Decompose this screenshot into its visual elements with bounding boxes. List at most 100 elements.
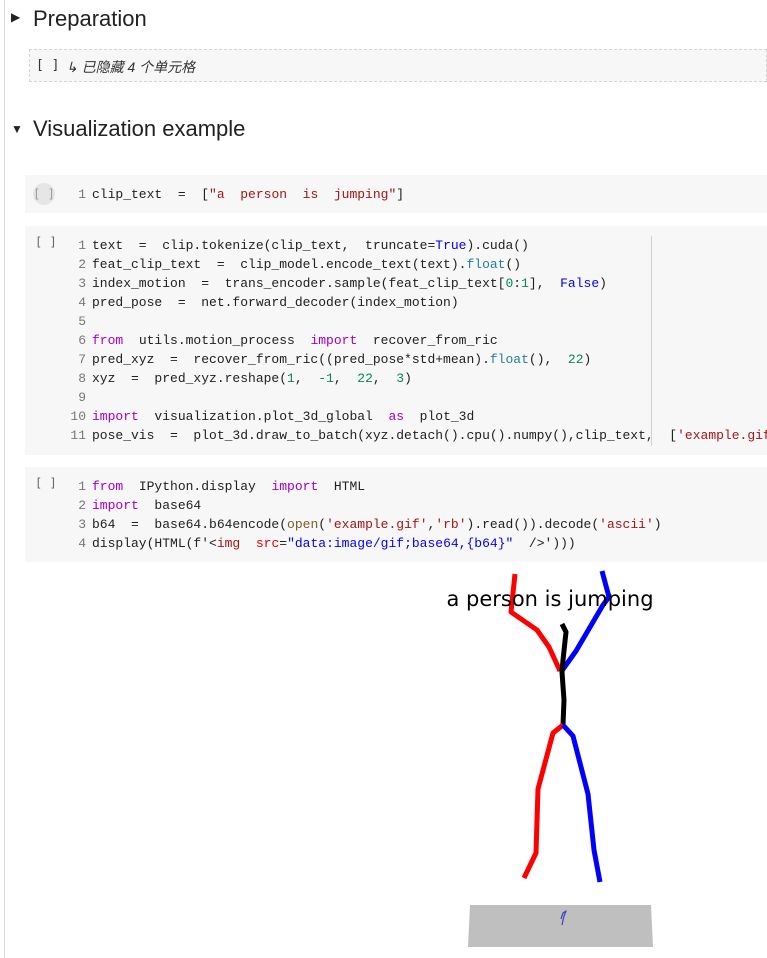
output-caption: a person is jumping xyxy=(446,587,653,611)
code-token: 'example.gif' xyxy=(677,428,767,443)
code-line[interactable]: 9 xyxy=(25,388,767,407)
code-token: clip_text = [ xyxy=(92,187,210,202)
code-token: pose_vis = plot_3d.draw_to_batch(xyz.det… xyxy=(92,428,678,443)
code-token: import xyxy=(92,409,139,424)
code-token: feat_clip_text = clip_model.encode_text(… xyxy=(92,257,467,272)
hidden-cells-bar[interactable]: [ ] ↳ 已隐藏 4 个单元格 xyxy=(29,49,767,82)
code-token: = xyxy=(279,536,288,551)
code-line[interactable]: 2 import base64 xyxy=(25,496,662,515)
code-token: ) xyxy=(653,517,662,532)
code-token: open xyxy=(287,517,319,532)
cell-bracket: [ ] xyxy=(36,58,60,73)
code-token: xyz = pred_xyz.reshape( xyxy=(92,371,288,386)
line-number: 8 xyxy=(78,371,86,386)
code-token: ], xyxy=(528,276,561,291)
code-line[interactable]: 4 pred_pose = net.forward_decoder(index_m… xyxy=(25,293,767,312)
line-number: 1 xyxy=(78,187,86,202)
code-line[interactable]: 2 feat_clip_text = clip_model.encode_text… xyxy=(25,255,767,274)
code-token: , xyxy=(294,371,319,386)
code-token: (), xyxy=(528,352,568,367)
code-token: plot_3d xyxy=(404,409,475,424)
code-token: ).cuda() xyxy=(466,238,529,253)
code-token: utils.motion_process xyxy=(123,333,311,348)
code-token: , xyxy=(333,371,358,386)
code-editor[interactable]: 1 from IPython.display import HTML 2 import… xyxy=(25,477,662,553)
code-token: display(HTML(f'< xyxy=(92,536,217,551)
code-editor[interactable]: 1 text = clip.tokenize(clip_text, truncat… xyxy=(25,236,767,445)
code-token: : xyxy=(513,276,522,291)
code-line[interactable]: 5 xyxy=(25,312,767,331)
code-token: text = clip.tokenize(clip_text, truncate… xyxy=(92,238,436,253)
code-token: import xyxy=(310,333,358,348)
code-token: HTML xyxy=(318,479,366,494)
code-line[interactable]: 10 import visualization.plot_3d_global as… xyxy=(25,407,767,426)
collapse-triangle-icon[interactable]: ▼ xyxy=(11,122,23,136)
code-token: recover_from_ric xyxy=(357,333,498,348)
code-token: , xyxy=(372,371,397,386)
code-token: ) xyxy=(583,352,592,367)
code-token: src xyxy=(255,536,280,551)
line-number: 3 xyxy=(78,517,86,532)
code-line[interactable]: 3 index_motion = trans_encoder.sample(fea… xyxy=(25,274,767,293)
code-token: from xyxy=(92,479,124,494)
code-token: 1 xyxy=(521,276,529,291)
section-title: Visualization example xyxy=(33,116,246,141)
line-number: 11 xyxy=(70,428,86,443)
floor-plane xyxy=(468,905,653,947)
line-number: 1 xyxy=(78,479,86,494)
code-token: "data:image/gif;base64,{b64}" xyxy=(287,536,514,551)
code-token: base64 xyxy=(138,498,202,513)
code-token: import xyxy=(271,479,319,494)
code-token: ( xyxy=(318,517,327,532)
output-gif-image: a person is jumping xyxy=(446,570,654,947)
notebook-left-border xyxy=(4,0,5,958)
code-line[interactable]: 7 pred_xyz = recover_from_ric((pred_pose*… xyxy=(25,350,767,369)
code-line[interactable]: 4 display(HTML(f'<img src="data:image/gif… xyxy=(25,534,662,553)
code-token: False xyxy=(560,276,600,291)
code-token: index_motion = trans_encoder.sample(feat… xyxy=(92,276,506,291)
code-cell-clip-text[interactable]: [ ] 1 clip_text = ["a person is jumping"] xyxy=(25,175,767,213)
code-cell-generate-motion[interactable]: [ ] 1 text = clip.tokenize(clip_text, tru… xyxy=(25,226,767,455)
line-number: 4 xyxy=(78,295,86,310)
code-token: () xyxy=(505,257,522,272)
code-token: 22 xyxy=(357,371,373,386)
section-title: Preparation xyxy=(33,6,147,31)
line-number: 10 xyxy=(70,409,86,424)
code-line[interactable]: 1 text = clip.tokenize(clip_text, truncat… xyxy=(25,236,767,255)
line-number: 4 xyxy=(78,536,86,551)
line-number: 6 xyxy=(78,333,86,348)
code-token: b64 = base64.b64encode( xyxy=(92,517,288,532)
code-token: />') xyxy=(513,536,561,551)
code-line[interactable]: 8 xyz = pred_xyz.reshape(1, -1, 22, 3) xyxy=(25,369,767,388)
code-token: )) xyxy=(560,536,576,551)
code-line[interactable]: 11 pose_vis = plot_3d.draw_to_batch(xyz.d… xyxy=(25,426,767,445)
expand-triangle-icon[interactable]: ▶ xyxy=(11,10,20,24)
line-number: 2 xyxy=(78,257,86,272)
code-cell-display-gif[interactable]: [ ] 1 from IPython.display import HTML 2 im… xyxy=(25,467,767,562)
code-token: -1 xyxy=(318,371,334,386)
code-token: visualization.plot_3d_global xyxy=(138,409,389,424)
code-token: float xyxy=(466,257,506,272)
code-token: 'ascii' xyxy=(599,517,654,532)
code-line[interactable]: 6 from utils.motion_process import recove… xyxy=(25,331,767,350)
code-line[interactable]: 1 clip_text = ["a person is jumping"] xyxy=(25,185,404,204)
code-token: ] xyxy=(396,187,405,202)
hidden-cells-label[interactable]: ↳ 已隐藏 4 个单元格 xyxy=(66,57,195,77)
code-editor[interactable]: 1 clip_text = ["a person is jumping"] xyxy=(25,185,404,204)
code-token: 'rb' xyxy=(435,517,467,532)
code-token: from xyxy=(92,333,124,348)
line-number: 5 xyxy=(78,314,86,329)
code-token: 3 xyxy=(396,371,405,386)
code-token: pred_pose = net.forward_decoder(index_mo… xyxy=(92,295,459,310)
code-line[interactable]: 1 from IPython.display import HTML xyxy=(25,477,662,496)
code-token: import xyxy=(92,498,139,513)
code-token: ) xyxy=(404,371,412,386)
skeleton-spine xyxy=(559,622,569,726)
code-token: float xyxy=(489,352,529,367)
code-token: IPython.display xyxy=(123,479,272,494)
line-number: 2 xyxy=(78,498,86,513)
line-length-ruler xyxy=(651,236,652,446)
code-token: "a person is jumping" xyxy=(209,187,397,202)
code-token: ) xyxy=(599,276,607,291)
code-line[interactable]: 3 b64 = base64.b64encode(open('example.gi… xyxy=(25,515,662,534)
